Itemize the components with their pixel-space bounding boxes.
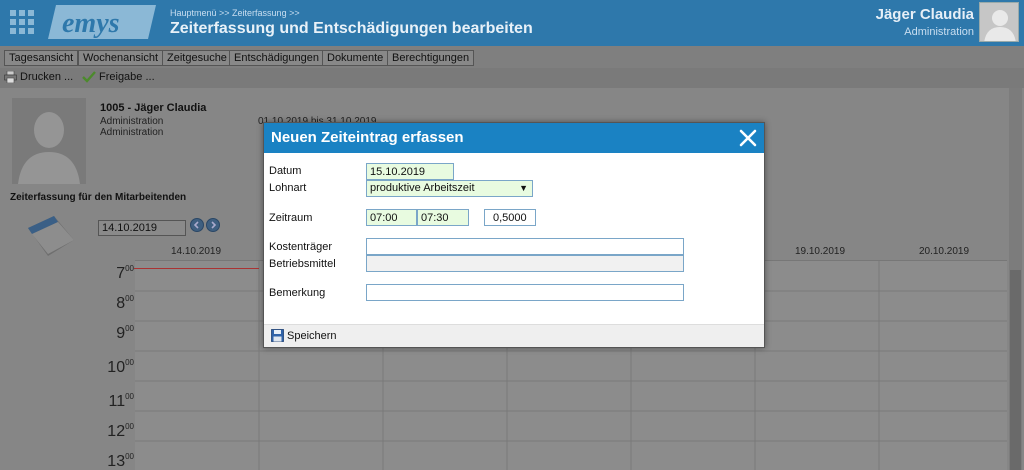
close-icon <box>739 129 757 147</box>
arrow-right-icon <box>211 221 217 229</box>
tab-tagesansicht[interactable]: Tagesansicht <box>4 50 79 66</box>
print-button[interactable]: Drucken ... <box>4 71 73 83</box>
floppy-disk-icon <box>271 329 284 342</box>
hour-label: 800 <box>116 294 134 312</box>
breadcrumb[interactable]: Hauptmenü >> Zeiterfassung >> <box>170 8 300 18</box>
hour-label: 900 <box>116 324 134 342</box>
betriebsmittel-input[interactable] <box>366 255 684 272</box>
tab-zeitgesuche[interactable]: Zeitgesuche <box>162 50 232 66</box>
next-week-button[interactable] <box>206 218 220 232</box>
page-title: Zeiterfassung und Entschädigungen bearbe… <box>170 20 533 37</box>
kostentraeger-input[interactable] <box>366 238 684 255</box>
zeit-von-input[interactable] <box>366 209 417 226</box>
scrollbar-thumb[interactable] <box>1010 270 1021 470</box>
dropdown-arrow-icon: ▼ <box>519 183 528 193</box>
tab-bar: Tagesansicht Wochenansicht Zeitgesuche E… <box>0 46 1024 68</box>
hour-label: 1100 <box>108 392 134 410</box>
print-label: Drucken ... <box>20 71 74 83</box>
calendar-date-input[interactable]: 14.10.2019 <box>98 220 186 236</box>
section-title: Zeiterfassung für den Mitarbeitenden <box>10 192 187 203</box>
tab-wochenansicht[interactable]: Wochenansicht <box>78 50 164 66</box>
logo-text: emys <box>62 8 120 39</box>
kostentraeger-label: Kostenträger <box>269 241 332 253</box>
close-button[interactable] <box>738 128 758 148</box>
bemerkung-input[interactable] <box>366 284 684 301</box>
arrow-left-icon <box>193 221 199 229</box>
app-header: emys Hauptmenü >> Zeiterfassung >> Zeite… <box>0 0 1024 46</box>
lohnart-select[interactable]: produktive Arbeitszeit ▼ <box>366 180 533 197</box>
current-time-line <box>134 268 259 269</box>
zeit-bis-input[interactable] <box>417 209 469 226</box>
tab-dokumente[interactable]: Dokumente <box>322 50 389 66</box>
user-role: Administration <box>904 26 974 38</box>
user-silhouette-icon <box>984 10 1016 41</box>
zeitraum-label: Zeitraum <box>269 212 313 224</box>
printer-icon <box>4 71 17 83</box>
toolbar: Drucken ... Freigabe ... <box>0 68 1024 88</box>
save-button[interactable]: Speichern <box>271 329 337 342</box>
hour-label: 700 <box>116 264 134 282</box>
employee-department: Administration <box>100 116 164 127</box>
new-time-entry-dialog: Neuen Zeiteintrag erfassen Datum Lohnart… <box>263 122 765 348</box>
dialog-title: Neuen Zeiteintrag erfassen <box>271 129 464 146</box>
user-avatar[interactable] <box>979 2 1019 42</box>
datum-input[interactable] <box>366 163 454 180</box>
hour-label: 1200 <box>107 422 134 440</box>
release-button[interactable]: Freigabe ... <box>82 71 155 83</box>
previous-week-button[interactable] <box>190 218 204 232</box>
hour-label: 1000 <box>107 358 134 376</box>
tab-berechtigungen[interactable]: Berechtigungen <box>387 50 475 66</box>
calendar-icon <box>28 216 74 256</box>
employee-photo <box>12 98 86 184</box>
dialog-footer: Speichern <box>264 324 764 347</box>
dauer-input[interactable] <box>484 209 536 226</box>
employee-function: Administration <box>100 127 164 138</box>
employee-silhouette-icon <box>18 112 80 184</box>
bemerkung-label: Bemerkung <box>269 287 326 299</box>
betriebsmittel-label: Betriebsmittel <box>269 258 336 270</box>
hour-label: 1300 <box>107 452 134 470</box>
lohnart-label: Lohnart <box>269 182 307 194</box>
app-menu-grid-icon[interactable] <box>10 10 34 34</box>
lohnart-value: produktive Arbeitszeit <box>370 182 475 194</box>
user-name[interactable]: Jäger Claudia <box>876 6 974 23</box>
tab-entschaedigungen[interactable]: Entschädigungen <box>229 50 325 66</box>
dialog-header: Neuen Zeiteintrag erfassen <box>264 123 764 153</box>
checkmark-icon <box>82 71 96 83</box>
employee-name: 1005 - Jäger Claudia <box>100 102 207 114</box>
save-label: Speichern <box>287 329 337 342</box>
datum-label: Datum <box>269 165 302 177</box>
emys-logo: emys <box>48 5 156 39</box>
release-label: Freigabe ... <box>99 71 155 83</box>
